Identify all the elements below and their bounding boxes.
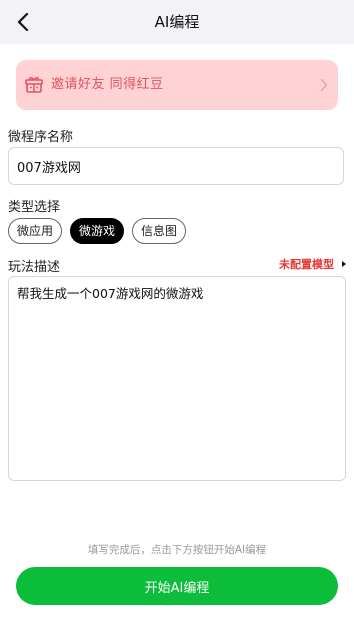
caret-right-icon [342,261,346,267]
gameplay-description-label: 玩法描述 [8,260,61,275]
chevron-right-icon [320,78,328,92]
type-select-label: 类型选择 [8,200,61,215]
invite-friends-banner[interactable]: 邀请好友 同得红豆 [16,60,338,110]
gameplay-description-textarea[interactable]: 帮我生成一个007游戏网的微游戏 [8,276,346,481]
page-title: AI编程 [154,13,200,31]
footer-hint: 填写完成后，点击下方按钮开始AI编程 [87,544,267,556]
invite-banner-text: 邀请好友 同得红豆 [51,77,164,92]
model-status-text: 未配置模型 [279,258,334,271]
top-nav-bar: AI编程 [0,0,354,44]
type-chip-infographic[interactable]: 信息图 [132,218,187,244]
gift-icon [25,77,43,93]
start-ai-programming-button[interactable]: 开始AI编程 [16,567,338,605]
program-name-input[interactable] [8,147,344,185]
type-chip-micro-game[interactable]: 微游戏 [70,218,125,244]
type-selector: 微应用 微游戏 信息图 [8,218,187,244]
configure-model-link[interactable]: 未配置模型 [279,256,346,272]
type-chip-micro-app[interactable]: 微应用 [8,218,63,244]
program-name-label: 微程序名称 [8,130,74,145]
